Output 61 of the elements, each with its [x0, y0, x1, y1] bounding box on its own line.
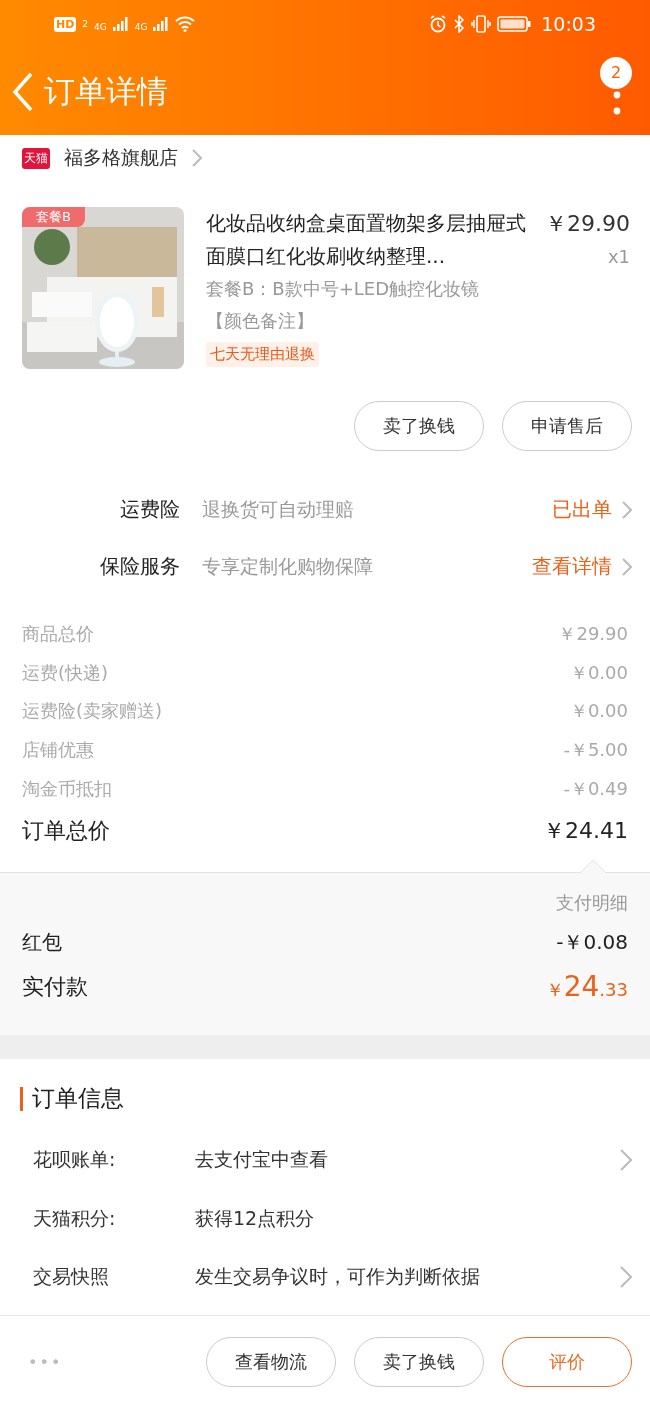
back-icon[interactable] — [12, 71, 34, 112]
chevron-icon — [192, 149, 202, 167]
cost-label: 运费(快递) — [22, 660, 109, 685]
service-label: 保险服务 — [99, 553, 180, 580]
coupon-label: 红包 — [22, 929, 62, 957]
alarm-icon — [429, 15, 448, 33]
store-logo: 天猫 — [22, 147, 50, 169]
cost-value: ￥0.00 — [569, 660, 628, 685]
cost-value: -￥0.49 — [563, 776, 628, 801]
sim-indicator: 2 — [82, 19, 89, 29]
signal-icon — [112, 17, 129, 31]
service-description: 专享定制化购物保障 — [202, 553, 374, 579]
vibrate-icon — [471, 15, 492, 33]
paid-label: 实付款 — [22, 972, 88, 1001]
total-value: ￥24.41 — [543, 816, 628, 845]
quantity: x1 — [607, 245, 630, 269]
chevron-icon — [622, 500, 632, 519]
cost-label: 店铺优惠 — [22, 738, 94, 763]
chevron-icon[interactable] — [620, 1149, 632, 1172]
signal-icon — [153, 17, 170, 31]
info-label: 花呗账单: — [33, 1147, 117, 1173]
service-label: 运费险 — [119, 496, 180, 523]
notification-badge: 2 — [600, 56, 632, 89]
coupon-value: -￥0.08 — [556, 929, 628, 957]
clock-time: 10:03 — [541, 13, 596, 35]
product-spec: 套餐B：B款中号+LED触控化妆镜 — [206, 277, 480, 301]
paid-amount: ￥24.33 — [545, 970, 628, 1004]
package-badge: 套餐B — [22, 207, 85, 227]
cost-label: 淘金币抵扣 — [22, 776, 112, 801]
network-label: 4G — [94, 22, 107, 32]
store-name[interactable]: 福多格旗舰店 — [64, 145, 178, 171]
product-price: ￥29.90 — [545, 210, 630, 238]
network-label: 4G — [134, 22, 148, 32]
info-label: 交易快照 — [33, 1264, 110, 1290]
cost-value: ￥0.00 — [569, 699, 628, 724]
more-icon[interactable] — [613, 90, 621, 117]
action-button[interactable]: 卖了换钱 — [354, 1337, 484, 1387]
cost-value: -￥5.00 — [563, 738, 628, 763]
info-value: 去支付宝中查看 — [195, 1147, 329, 1173]
total-label: 订单总价 — [22, 816, 110, 845]
wifi-icon — [175, 16, 196, 32]
cost-label: 商品总价 — [22, 622, 94, 647]
page-title: 订单详情 — [44, 71, 169, 111]
service-description: 退换货可自动理赔 — [202, 496, 355, 522]
chevron-icon — [622, 557, 632, 576]
section-title: 订单信息 — [32, 1084, 124, 1114]
product-title[interactable]: 化妆品收纳盒桌面置物架多层抽屉式面膜口红化妆刷收纳整理... — [206, 207, 537, 273]
cost-label: 运费险(卖家赠送) — [22, 699, 163, 724]
info-value: 发生交易争议时，可作为判断依据 — [195, 1264, 481, 1290]
hd-indicator: HD — [54, 16, 77, 32]
action-button[interactable]: 查看物流 — [206, 1337, 336, 1387]
action-button[interactable]: 申请售后 — [502, 401, 632, 451]
chevron-icon[interactable] — [620, 1266, 632, 1289]
info-label: 天猫积分: — [33, 1205, 117, 1231]
cost-value: ￥29.90 — [558, 622, 628, 647]
bluetooth-icon — [453, 15, 466, 33]
return-tag: 七天无理由退换 — [206, 342, 319, 367]
info-value: 获得12点积分 — [195, 1205, 316, 1231]
battery-icon — [497, 16, 532, 32]
product-note: 【颜色备注】 — [206, 309, 314, 333]
action-button[interactable]: 卖了换钱 — [354, 401, 484, 451]
